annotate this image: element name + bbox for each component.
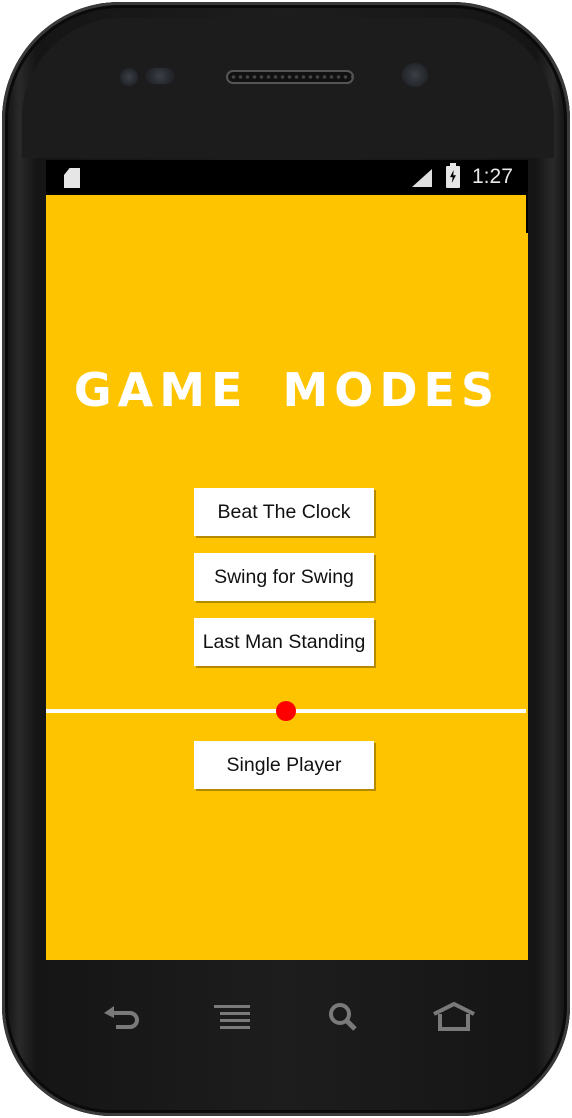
slider-thumb[interactable]: [276, 701, 296, 721]
status-time: 1:27: [472, 165, 513, 188]
back-button[interactable]: [90, 992, 150, 1042]
page-title: GAME MODES: [73, 363, 501, 417]
menu-button[interactable]: [202, 992, 262, 1042]
menu-icon: [214, 1005, 250, 1029]
swing-for-swing-button[interactable]: Swing for Swing: [194, 553, 374, 601]
front-camera: [402, 63, 428, 87]
beat-the-clock-button[interactable]: Beat The Clock: [194, 488, 374, 536]
proximity-sensor: [120, 68, 138, 86]
hardware-nav-bar: [62, 992, 512, 1042]
device-screen: 1:27 GAME MODES Beat The Clock Swing for…: [46, 160, 528, 960]
mode-slider[interactable]: [46, 701, 526, 723]
status-bar: 1:27: [46, 160, 528, 195]
search-icon: [329, 1003, 357, 1031]
game-modes-screen: GAME MODES Beat The Clock Swing for Swin…: [46, 195, 528, 960]
phone-top-bezel: [22, 18, 554, 158]
screen-edge: [526, 195, 528, 233]
battery-charging-icon: [446, 163, 460, 188]
home-icon: [433, 1002, 475, 1031]
back-icon: [104, 1006, 139, 1029]
single-player-button[interactable]: Single Player: [194, 741, 374, 789]
last-man-standing-button[interactable]: Last Man Standing: [194, 618, 374, 666]
sd-card-icon: [64, 168, 80, 188]
light-sensor: [146, 68, 174, 84]
earpiece-speaker: [226, 70, 354, 84]
search-button[interactable]: [314, 992, 374, 1042]
signal-icon: [412, 169, 432, 187]
home-button[interactable]: [424, 992, 484, 1042]
